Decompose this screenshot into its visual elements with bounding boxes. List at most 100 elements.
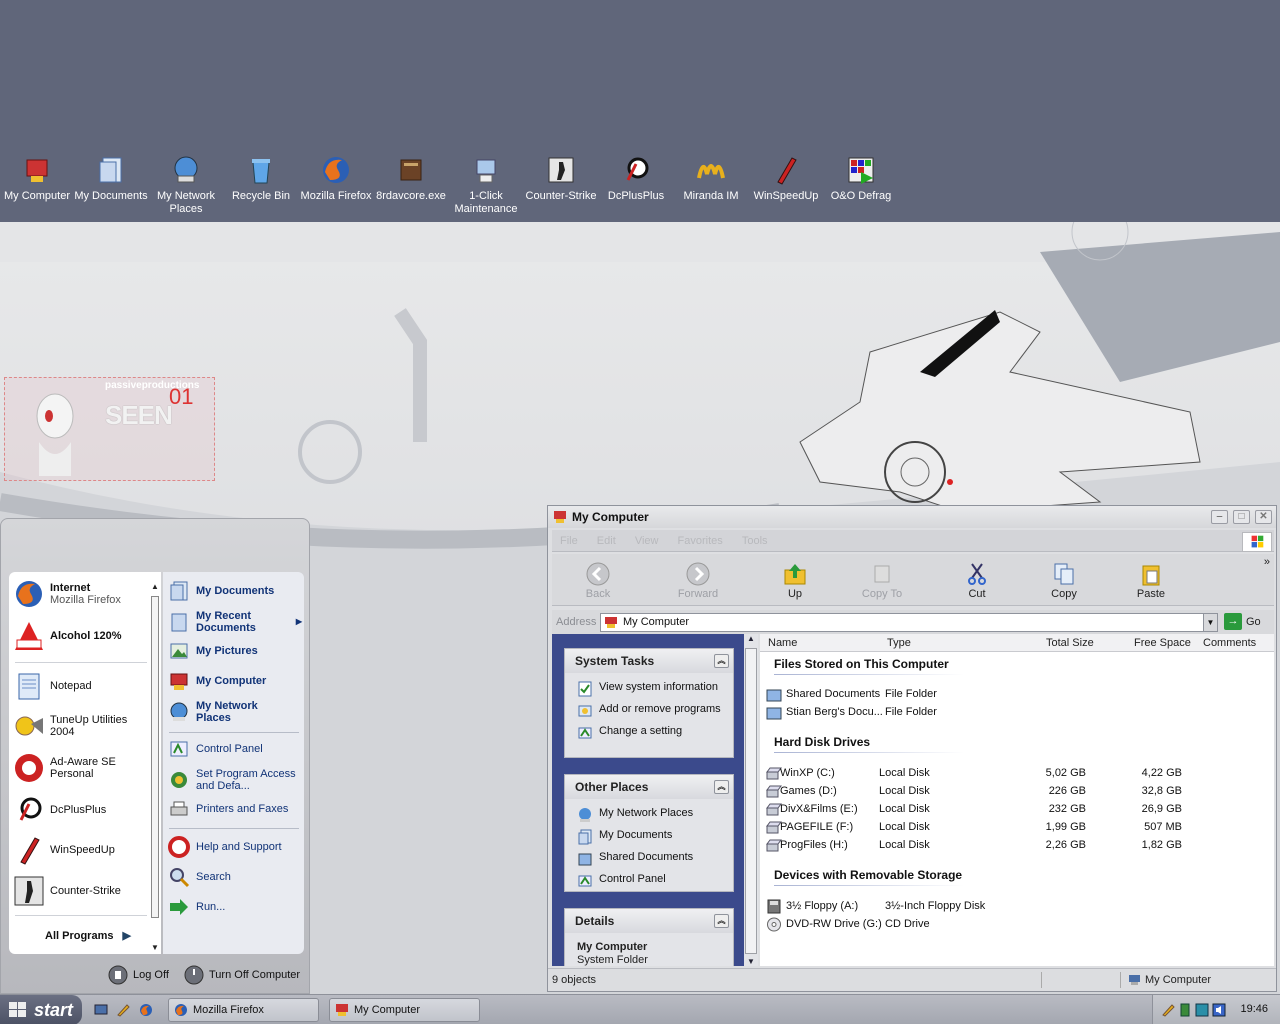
tray-pen-icon[interactable] [1161, 1003, 1175, 1017]
place-link-control-panel[interactable]: Control Panel [565, 870, 733, 892]
list-item[interactable]: Shared Documents File Folder [766, 686, 1266, 704]
tray-app-icon[interactable] [1195, 1003, 1209, 1017]
desktop-icon-firefox[interactable]: Mozilla Firefox [299, 154, 373, 203]
start-button[interactable]: start [0, 995, 82, 1024]
other-places-header[interactable]: Other Places ︽ [565, 775, 733, 799]
col-free-space[interactable]: Free Space [1134, 637, 1191, 649]
setting-control-panel[interactable]: Control Panel [168, 738, 263, 760]
cut-button[interactable]: Cut [947, 562, 1007, 600]
list-item[interactable]: DVD-RW Drive (G:) CD Drive [766, 916, 1266, 934]
go-button[interactable]: → Go [1224, 613, 1261, 630]
tool-run[interactable]: Run... [168, 896, 225, 918]
address-dropdown-icon[interactable]: ▼ [1203, 614, 1217, 631]
scroll-thumb[interactable] [745, 648, 757, 954]
maximize-button[interactable]: □ [1233, 510, 1250, 524]
task-pane-scrollbar[interactable]: ▲ ▼ [744, 634, 758, 966]
col-type[interactable]: Type [887, 637, 911, 649]
recent-dcplusplus[interactable]: DcPlusPlus [13, 794, 106, 826]
task-change-setting[interactable]: Change a setting [565, 722, 733, 744]
details-header[interactable]: Details ︽ [565, 909, 733, 933]
explorer-titlebar[interactable]: My Computer ‒ □ ✕ [548, 506, 1276, 528]
turn-off-button[interactable]: Turn Off Computer [183, 964, 300, 986]
table-row[interactable]: Games (D:) Local Disk 226 GB 32,8 GB [766, 783, 1266, 801]
forward-button[interactable]: Forward [668, 562, 728, 600]
recent-adaware[interactable]: Ad-Aware SE Personal [13, 752, 143, 784]
tray-network-icon[interactable] [1178, 1003, 1192, 1017]
list-item[interactable]: Stian Berg's Docu... File Folder [766, 704, 1266, 722]
menu-file[interactable]: File [552, 530, 586, 552]
setting-program-access[interactable]: Set Program Access and Defa... [168, 768, 304, 792]
recent-winspeedup[interactable]: WinSpeedUp [13, 834, 115, 866]
desktop-icon-winspeedup[interactable]: WinSpeedUp [749, 154, 823, 203]
place-link-shared[interactable]: Shared Documents [565, 848, 733, 870]
quicklaunch-firefox-icon[interactable] [139, 1003, 153, 1017]
show-desktop-icon[interactable] [94, 1003, 108, 1017]
menu-favorites[interactable]: Favorites [670, 530, 731, 552]
copy-button[interactable]: Copy [1034, 562, 1094, 600]
copy-to-button[interactable]: Copy To [852, 562, 912, 600]
log-off-button[interactable]: Log Off [107, 964, 169, 986]
scroll-down-icon[interactable]: ▼ [744, 957, 758, 966]
all-programs-button[interactable]: All Programs ▶ [45, 929, 131, 942]
pinned-alcohol[interactable]: Alcohol 120% [13, 620, 122, 652]
menu-edit[interactable]: Edit [589, 530, 624, 552]
paste-button[interactable]: Paste [1121, 562, 1181, 600]
scroll-up-icon[interactable]: ▲ [744, 634, 758, 643]
place-my-documents[interactable]: My Documents [168, 580, 274, 602]
desktop-icon-my-computer[interactable]: My Computer [0, 154, 74, 203]
task-add-remove-programs[interactable]: Add or remove programs [565, 700, 733, 722]
desktop-icon-network-places[interactable]: My Network Places [149, 154, 223, 216]
col-comments[interactable]: Comments [1203, 637, 1256, 649]
place-my-pictures[interactable]: My Pictures [168, 640, 258, 662]
status-location: My Computer [1145, 974, 1212, 986]
desktop-icon-miranda[interactable]: Miranda IM [674, 154, 748, 203]
up-button[interactable]: Up [765, 562, 825, 600]
table-row[interactable]: PAGEFILE (F:) Local Disk 1,99 GB 507 MB [766, 819, 1266, 837]
collapse-icon[interactable]: ︽ [714, 654, 729, 668]
tool-help[interactable]: Help and Support [168, 836, 282, 858]
desktop-icon-maintenance[interactable]: 1-Click Maintenance [449, 154, 523, 216]
col-total-size[interactable]: Total Size [1046, 637, 1094, 649]
desktop-icon-dcplusplus[interactable]: DcPlusPlus [599, 154, 673, 203]
place-network-places[interactable]: My Network Places [168, 700, 288, 724]
taskbar-button-firefox[interactable]: Mozilla Firefox [168, 998, 319, 1022]
desktop-icon-counter-strike[interactable]: Counter-Strike [524, 154, 598, 203]
pinned-internet[interactable]: Internet Mozilla Firefox [13, 578, 121, 610]
table-row[interactable]: DivX&Films (E:) Local Disk 232 GB 26,9 GB [766, 801, 1266, 819]
desktop-icon-defrag[interactable]: O&O Defrag [824, 154, 898, 203]
minimize-button[interactable]: ‒ [1211, 510, 1228, 524]
list-item[interactable]: 3½ Floppy (A:) 3½-Inch Floppy Disk [766, 898, 1266, 916]
taskbar-button-my-computer[interactable]: My Computer [329, 998, 480, 1022]
back-button[interactable]: Back [568, 562, 628, 600]
tool-search[interactable]: Search [168, 866, 231, 888]
setting-printers[interactable]: Printers and Faxes [168, 798, 288, 820]
tray-volume-icon[interactable] [1212, 1003, 1226, 1017]
collapse-icon[interactable]: ︽ [714, 914, 729, 928]
place-link-network[interactable]: My Network Places [565, 804, 733, 826]
start-menu-scrollbar[interactable]: ▲ ▼ [150, 582, 160, 952]
place-recent-documents[interactable]: My Recent Documents ▶ [168, 610, 302, 634]
place-my-computer[interactable]: My Computer [168, 670, 266, 692]
address-input[interactable]: My Computer ▼ [600, 613, 1218, 632]
quicklaunch-pen-icon[interactable] [116, 1003, 130, 1017]
menu-view[interactable]: View [627, 530, 667, 552]
recent-counter-strike[interactable]: Counter-Strike [13, 875, 121, 907]
close-button[interactable]: ✕ [1255, 510, 1272, 524]
system-tasks-header[interactable]: System Tasks ︽ [565, 649, 733, 673]
toolbar-overflow-icon[interactable]: » [1264, 556, 1270, 568]
recent-notepad[interactable]: Notepad [13, 670, 92, 702]
table-row[interactable]: ProgFiles (H:) Local Disk 2,26 GB 1,82 GB [766, 837, 1266, 855]
recent-tuneup[interactable]: TuneUp Utilities 2004 [13, 710, 143, 742]
desktop-icon-my-documents[interactable]: My Documents [74, 154, 148, 203]
menu-tools[interactable]: Tools [734, 530, 776, 552]
scroll-up-icon[interactable]: ▲ [150, 582, 160, 591]
scroll-down-icon[interactable]: ▼ [150, 943, 160, 952]
scroll-thumb[interactable] [151, 596, 159, 918]
task-view-system-info[interactable]: View system information [565, 678, 733, 700]
desktop-icon-8rdavcore[interactable]: 8rdavcore.exe [374, 154, 448, 203]
desktop-icon-recycle-bin[interactable]: Recycle Bin [224, 154, 298, 203]
col-name[interactable]: Name [768, 637, 797, 649]
table-row[interactable]: WinXP (C:) Local Disk 5,02 GB 4,22 GB [766, 765, 1266, 783]
collapse-icon[interactable]: ︽ [714, 780, 729, 794]
place-link-documents[interactable]: My Documents [565, 826, 733, 848]
